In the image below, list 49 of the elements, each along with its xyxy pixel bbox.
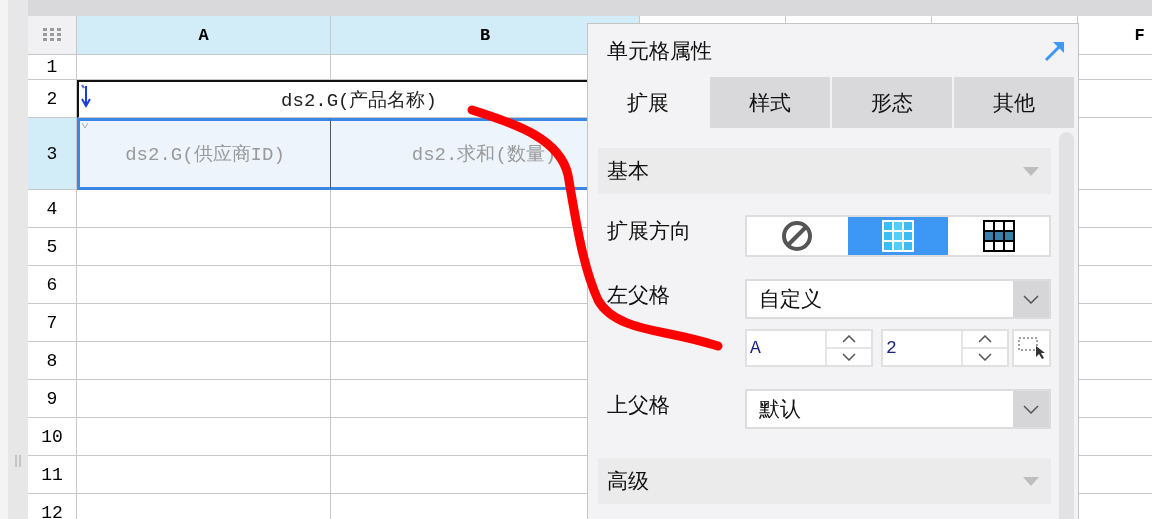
chevron-down-icon bbox=[978, 353, 992, 361]
row-header[interactable]: 3 bbox=[28, 118, 77, 190]
tab[interactable]: 其他 bbox=[954, 77, 1074, 128]
dashed-selection-cursor-icon bbox=[1017, 337, 1046, 359]
grid-icon bbox=[882, 220, 914, 252]
dropdown[interactable]: 默认 bbox=[745, 389, 1051, 429]
splitter-handle-icon[interactable] bbox=[15, 455, 21, 467]
section-title: 高级 bbox=[607, 468, 649, 495]
corner-header[interactable] bbox=[28, 16, 77, 55]
row-header[interactable]: 4 bbox=[28, 190, 77, 228]
dropdown-arrow-button[interactable] bbox=[1013, 391, 1049, 427]
section-title: 基本 bbox=[607, 158, 649, 185]
section-header[interactable]: 高级 bbox=[598, 458, 1051, 504]
dropdown[interactable]: 自定义 bbox=[745, 279, 1051, 319]
tab[interactable]: 形态 bbox=[832, 77, 952, 128]
collapse-triangle-icon[interactable] bbox=[1023, 166, 1039, 176]
column-field[interactable]: A bbox=[747, 331, 825, 365]
row-header[interactable]: 2 bbox=[28, 80, 77, 118]
chevron-up-icon bbox=[842, 335, 856, 343]
diagonal-arrow-icon[interactable] bbox=[1044, 39, 1066, 62]
grid-row-icon bbox=[982, 220, 1015, 252]
collapse-triangle-icon[interactable] bbox=[1023, 476, 1039, 486]
row-header[interactable]: 11 bbox=[28, 456, 77, 494]
chevron-down-icon bbox=[842, 353, 856, 361]
field-label: 左父格 bbox=[607, 282, 670, 309]
cell-text: ds2.G(产品名称) bbox=[281, 88, 437, 113]
cell-picker-button[interactable] bbox=[1012, 329, 1051, 367]
field-label: 上父格 bbox=[607, 392, 670, 419]
cell-text: ds2.G(供应商ID) bbox=[125, 143, 285, 167]
row-header[interactable]: 8 bbox=[28, 342, 77, 380]
down-arrow-icon bbox=[81, 84, 91, 108]
row-header[interactable]: 10 bbox=[28, 418, 77, 456]
row-header[interactable]: 5 bbox=[28, 228, 77, 266]
row-header[interactable]: 6 bbox=[28, 266, 77, 304]
chevron-up-icon bbox=[978, 335, 992, 343]
row-header[interactable]: 7 bbox=[28, 304, 77, 342]
field-label: 扩展方向 bbox=[607, 218, 691, 245]
dropdown-arrow-button[interactable] bbox=[1013, 281, 1049, 317]
select-all-icon[interactable] bbox=[42, 28, 62, 42]
chevron-down-icon bbox=[1023, 294, 1039, 304]
section-header[interactable]: 基本 bbox=[598, 148, 1051, 194]
tab[interactable]: 样式 bbox=[710, 77, 830, 128]
cell-marker-icon bbox=[82, 123, 88, 129]
row-header[interactable]: 9 bbox=[28, 380, 77, 418]
chevron-down-icon bbox=[1023, 404, 1039, 414]
row-header[interactable]: 1 bbox=[28, 55, 77, 80]
row-field[interactable]: 2 bbox=[883, 331, 961, 365]
column-header[interactable]: A bbox=[77, 16, 331, 55]
no-entry-icon bbox=[781, 220, 814, 252]
